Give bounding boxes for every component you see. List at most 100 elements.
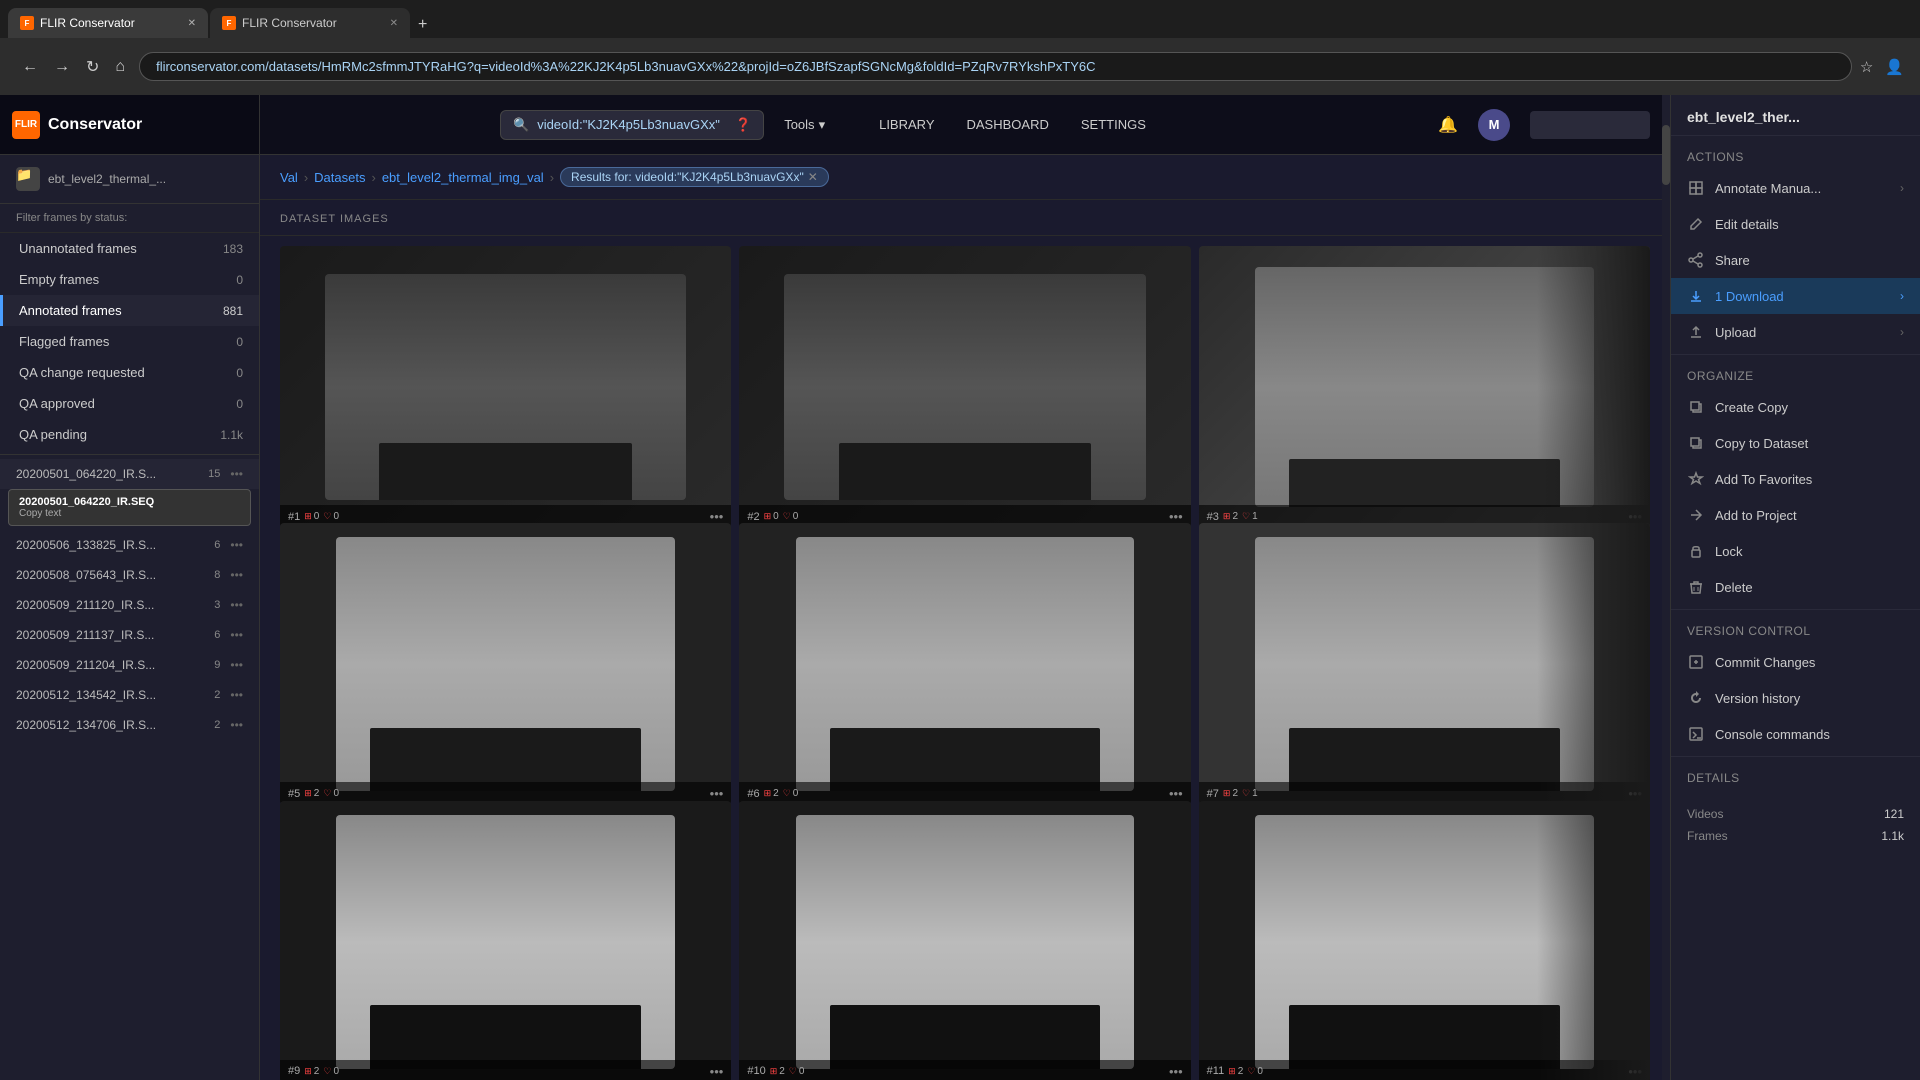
video-item-6[interactable]: 20200509_211204_IR.S... 9 ••• <box>0 650 259 680</box>
detail-frames-value: 1.1k <box>1881 829 1904 843</box>
filter-flagged[interactable]: Flagged frames 0 <box>0 326 259 357</box>
rp-delete[interactable]: Delete <box>1671 569 1920 605</box>
video-dots-8[interactable]: ••• <box>230 718 243 732</box>
rp-version-history[interactable]: Version history <box>1671 680 1920 716</box>
nav-dashboard[interactable]: DASHBOARD <box>953 111 1063 138</box>
image-card-5[interactable]: #5 ⊞ 2 ♡ 0 ••• <box>280 523 731 805</box>
nav-settings[interactable]: SETTINGS <box>1067 111 1160 138</box>
bookmark-icon[interactable]: ☆ <box>1860 58 1873 76</box>
image-menu-6[interactable]: ••• <box>1169 786 1183 801</box>
user-avatar[interactable]: M <box>1478 109 1510 141</box>
sidebar: FLIR Conservator 📁 ebt_level2_thermal_..… <box>0 95 260 1080</box>
scrollbar-thumb[interactable] <box>1662 125 1670 185</box>
image-num-2: #2 <box>747 511 759 523</box>
rp-copy-to-dataset[interactable]: Copy to Dataset <box>1671 425 1920 461</box>
profile-icon[interactable]: 👤 <box>1885 58 1904 76</box>
image-menu-5[interactable]: ••• <box>710 786 724 801</box>
lock-icon <box>1687 542 1705 560</box>
video-dots-7[interactable]: ••• <box>230 688 243 702</box>
video-item-4[interactable]: 20200509_211120_IR.S... 3 ••• <box>0 590 259 620</box>
rp-console[interactable]: Console commands <box>1671 716 1920 752</box>
image-card-3[interactable]: #3 ⊞ 2 ♡ 1 ••• <box>1199 246 1650 528</box>
filter-empty-label: Empty frames <box>19 272 236 287</box>
tag-icon: ♡ <box>323 1066 331 1077</box>
image-num-3: #3 <box>1207 511 1219 523</box>
video-dots-5[interactable]: ••• <box>230 628 243 642</box>
back-button[interactable]: ← <box>16 53 44 81</box>
image-card-9[interactable]: #9 ⊞ 2 ♡ 0 ••• <box>280 801 731 1080</box>
image-card-7[interactable]: #7 ⊞ 2 ♡ 1 ••• <box>1199 523 1650 805</box>
filter-qa-change-count: 0 <box>236 366 243 380</box>
video-dots-1[interactable]: ••• <box>230 467 243 481</box>
search-bar[interactable]: 🔍 ❓ <box>500 110 764 140</box>
nav-library[interactable]: LIBRARY <box>865 111 948 138</box>
tab-1-close[interactable]: ✕ <box>188 18 196 29</box>
video-item-2[interactable]: 20200506_133825_IR.S... 6 ••• <box>0 530 259 560</box>
image-card-10[interactable]: #10 ⊞ 2 ♡ 0 ••• <box>739 801 1190 1080</box>
image-card-6[interactable]: #6 ⊞ 2 ♡ 0 ••• <box>739 523 1190 805</box>
filter-qa-pending[interactable]: QA pending 1.1k <box>0 419 259 450</box>
tab-1[interactable]: F FLIR Conservator ✕ <box>8 8 208 38</box>
rp-create-copy[interactable]: Create Copy <box>1671 389 1920 425</box>
breadcrumb-search-input[interactable] <box>835 170 1650 185</box>
version-icon <box>1687 689 1705 707</box>
image-menu-1[interactable]: ••• <box>710 509 724 524</box>
search-icon[interactable]: 🔍 <box>513 117 529 133</box>
video-item-1[interactable]: 20200501_064220_IR.S... 15 ••• <box>0 459 259 489</box>
video-item-3[interactable]: 20200508_075643_IR.S... 8 ••• <box>0 560 259 590</box>
filter-unannotated[interactable]: Unannotated frames 183 <box>0 233 259 264</box>
filter-qa-approved-label: QA approved <box>19 396 236 411</box>
rp-add-project[interactable]: Add to Project <box>1671 497 1920 533</box>
video-dots-3[interactable]: ••• <box>230 568 243 582</box>
rp-download[interactable]: 1 Download › <box>1671 278 1920 314</box>
filter-qa-approved[interactable]: QA approved 0 <box>0 388 259 419</box>
filter-empty[interactable]: Empty frames 0 <box>0 264 259 295</box>
tag-icon: ⊞ <box>1223 511 1231 522</box>
rp-share[interactable]: Share <box>1671 242 1920 278</box>
breadcrumb-datasets[interactable]: Datasets <box>314 170 365 185</box>
rp-add-favorites[interactable]: Add To Favorites <box>1671 461 1920 497</box>
video-dots-2[interactable]: ••• <box>230 538 243 552</box>
breadcrumb-val[interactable]: Val <box>280 170 298 185</box>
rp-lock[interactable]: Lock <box>1671 533 1920 569</box>
image-card-1[interactable]: #1 ⊞ 0 ♡ 0 ••• <box>280 246 731 528</box>
video-dots-6[interactable]: ••• <box>230 658 243 672</box>
new-tab-button[interactable]: + <box>410 12 435 38</box>
rp-edit-details[interactable]: Edit details <box>1671 206 1920 242</box>
image-menu-2[interactable]: ••• <box>1169 509 1183 524</box>
search-tag-close[interactable]: ✕ <box>808 170 818 184</box>
video-item-8[interactable]: 20200512_134706_IR.S... 2 ••• <box>0 710 259 740</box>
tools-button[interactable]: Tools ▾ <box>784 117 825 133</box>
search-input[interactable] <box>537 117 727 132</box>
breadcrumb-dataset-name[interactable]: ebt_level2_thermal_img_val <box>382 170 544 185</box>
filter-annotated[interactable]: Annotated frames 881 <box>0 295 259 326</box>
image-menu-9[interactable]: ••• <box>710 1064 724 1079</box>
forward-button[interactable]: → <box>48 53 76 81</box>
tab-2[interactable]: F FLIR Conservator ✕ <box>210 8 410 38</box>
help-icon[interactable]: ❓ <box>735 117 751 133</box>
image-card-11[interactable]: #11 ⊞ 2 ♡ 0 ••• <box>1199 801 1650 1080</box>
image-partial-11 <box>1537 801 1650 1080</box>
video-dots-4[interactable]: ••• <box>230 598 243 612</box>
image-card-2[interactable]: #2 ⊞ 0 ♡ 0 ••• <box>739 246 1190 528</box>
refresh-button[interactable]: ↻ <box>80 53 105 81</box>
video-name-7: 20200512_134542_IR.S... <box>16 688 210 702</box>
download-icon <box>1687 287 1705 305</box>
rp-commit-changes[interactable]: Commit Changes <box>1671 644 1920 680</box>
video-item-7[interactable]: 20200512_134542_IR.S... 2 ••• <box>0 680 259 710</box>
home-button[interactable]: ⌂ <box>109 53 131 81</box>
tab-2-close[interactable]: ✕ <box>390 18 398 29</box>
main-scrollbar[interactable] <box>1662 95 1670 1080</box>
upload-arrow-icon: › <box>1900 325 1904 339</box>
notification-icon[interactable]: 🔔 <box>1438 115 1458 135</box>
image-placeholder-6 <box>739 523 1190 805</box>
nav-buttons: ← → ↻ ⌂ <box>16 53 131 81</box>
filter-qa-change[interactable]: QA change requested 0 <box>0 357 259 388</box>
rp-annotate[interactable]: Annotate Manua... › <box>1671 170 1920 206</box>
video-item-5[interactable]: 20200509_211137_IR.S... 6 ••• <box>0 620 259 650</box>
image-menu-10[interactable]: ••• <box>1169 1064 1183 1079</box>
rp-divider-1 <box>1671 354 1920 355</box>
rp-upload[interactable]: Upload › <box>1671 314 1920 350</box>
upload-label: Upload <box>1715 325 1890 340</box>
address-bar[interactable]: flirconservator.com/datasets/HmRMc2sfmmJ… <box>139 52 1852 81</box>
